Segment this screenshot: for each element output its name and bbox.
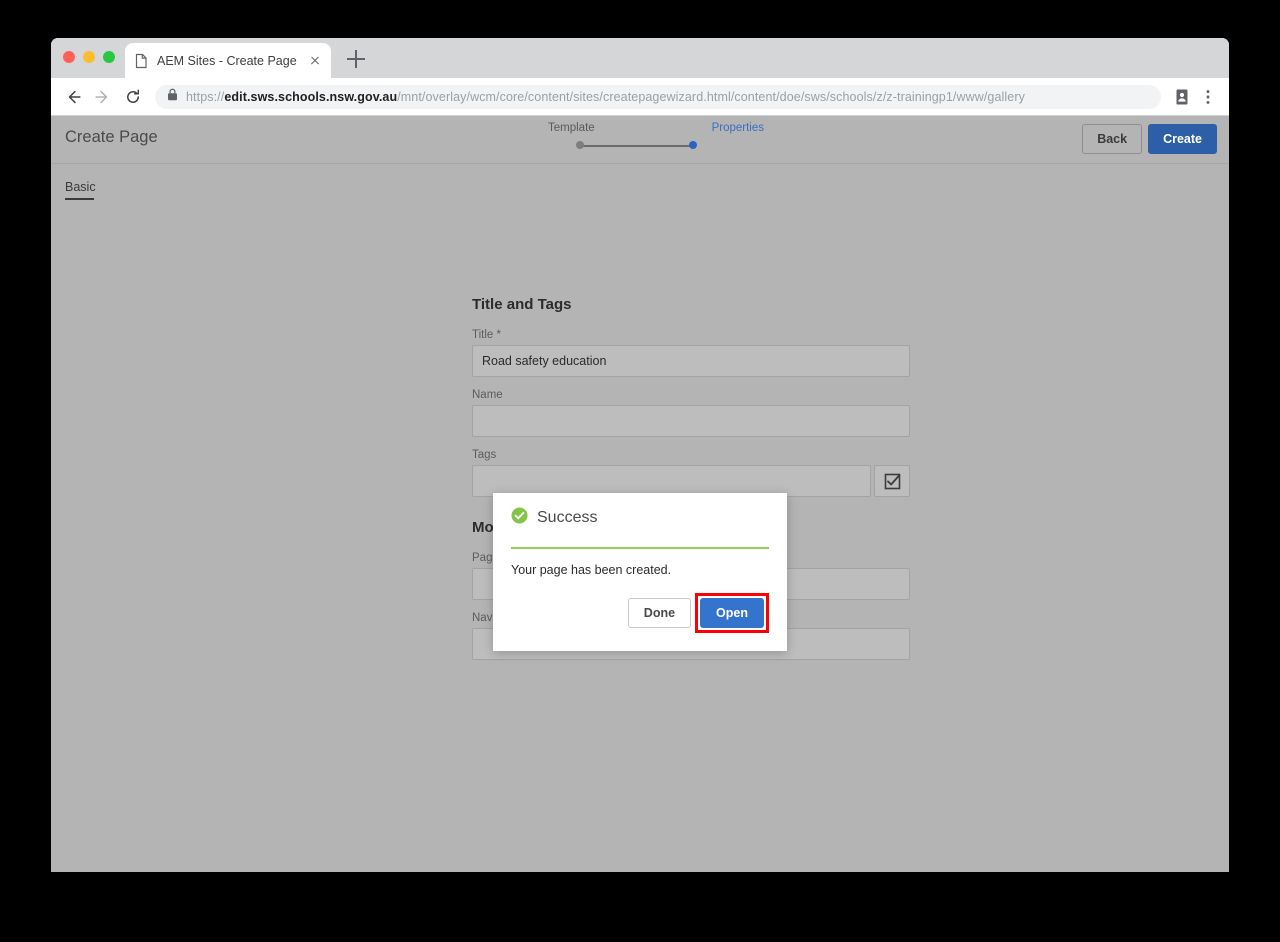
address-bar[interactable]: https://edit.sws.schools.nsw.gov.au/mnt/… — [155, 84, 1161, 109]
minimize-window-button[interactable] — [83, 51, 95, 63]
plus-icon[interactable] — [347, 50, 365, 68]
wizard-step-template-label[interactable]: Template — [548, 122, 595, 134]
wizard-header: Create Page Template Properties Back Cre… — [51, 116, 1229, 164]
wizard-step-template-dot[interactable] — [576, 141, 584, 149]
back-button[interactable]: Back — [1082, 124, 1143, 154]
page-icon — [133, 53, 149, 69]
wizard-step-properties-label[interactable]: Properties — [712, 122, 764, 134]
three-dot-menu-icon[interactable] — [1195, 84, 1221, 110]
aem-create-page-wizard: Create Page Template Properties Back Cre… — [51, 116, 1229, 872]
create-button[interactable]: Create — [1148, 124, 1217, 154]
wizard-step-indicator: Template Properties — [546, 122, 766, 150]
done-button[interactable]: Done — [627, 598, 692, 628]
contact-card-icon[interactable] — [1169, 84, 1195, 110]
wizard-step-track — [546, 141, 766, 150]
dialog-footer: Done Open — [493, 577, 787, 651]
address-bar-url: https://edit.sws.schools.nsw.gov.au/mnt/… — [186, 89, 1025, 104]
field-tags: Tags — [472, 449, 910, 497]
arrow-left-icon[interactable] — [59, 83, 87, 111]
close-window-button[interactable] — [63, 51, 75, 63]
field-name: Name — [472, 389, 910, 437]
browser-toolbar: https://edit.sws.schools.nsw.gov.au/mnt/… — [51, 78, 1229, 116]
browser-tab[interactable]: AEM Sites - Create Page — [125, 43, 331, 78]
checkbox-checked-icon[interactable] — [874, 465, 910, 497]
section-heading-title-and-tags: Title and Tags — [472, 296, 572, 313]
field-tags-label: Tags — [472, 449, 497, 461]
dialog-header: Success — [493, 493, 787, 538]
dialog-title: Success — [537, 509, 598, 526]
maximize-window-button[interactable] — [103, 51, 115, 63]
title-input[interactable] — [472, 345, 910, 377]
tab-basic-label: Basic — [65, 180, 96, 194]
field-title-label: Title * — [472, 329, 501, 341]
form-tab-bar: Basic — [51, 164, 1229, 208]
open-button[interactable]: Open — [700, 598, 764, 628]
window-traffic-lights — [63, 51, 115, 63]
name-input[interactable] — [472, 405, 910, 437]
wizard-header-actions: Back Create — [1082, 124, 1217, 154]
wizard-step-connector — [579, 145, 691, 147]
success-check-icon — [511, 507, 528, 529]
wizard-step-properties-dot[interactable] — [689, 141, 697, 149]
field-title: Title * — [472, 329, 910, 377]
reload-icon[interactable] — [119, 83, 147, 111]
field-name-label: Name — [472, 389, 503, 401]
dialog-message: Your page has been created. — [511, 563, 672, 577]
open-button-highlight: Open — [695, 593, 769, 633]
browser-tab-title: AEM Sites - Create Page — [157, 53, 297, 68]
tab-basic-underline — [65, 198, 94, 200]
page-title: Create Page — [65, 128, 158, 146]
tab-basic[interactable]: Basic — [65, 164, 96, 200]
success-dialog: Success Your page has been created. Done… — [493, 493, 787, 651]
lock-icon — [167, 88, 178, 106]
browser-window: AEM Sites - Create Page https://edit.sws… — [51, 38, 1229, 872]
close-icon[interactable] — [307, 53, 323, 69]
arrow-right-icon[interactable] — [89, 83, 117, 111]
browser-tab-strip: AEM Sites - Create Page — [51, 38, 1229, 78]
